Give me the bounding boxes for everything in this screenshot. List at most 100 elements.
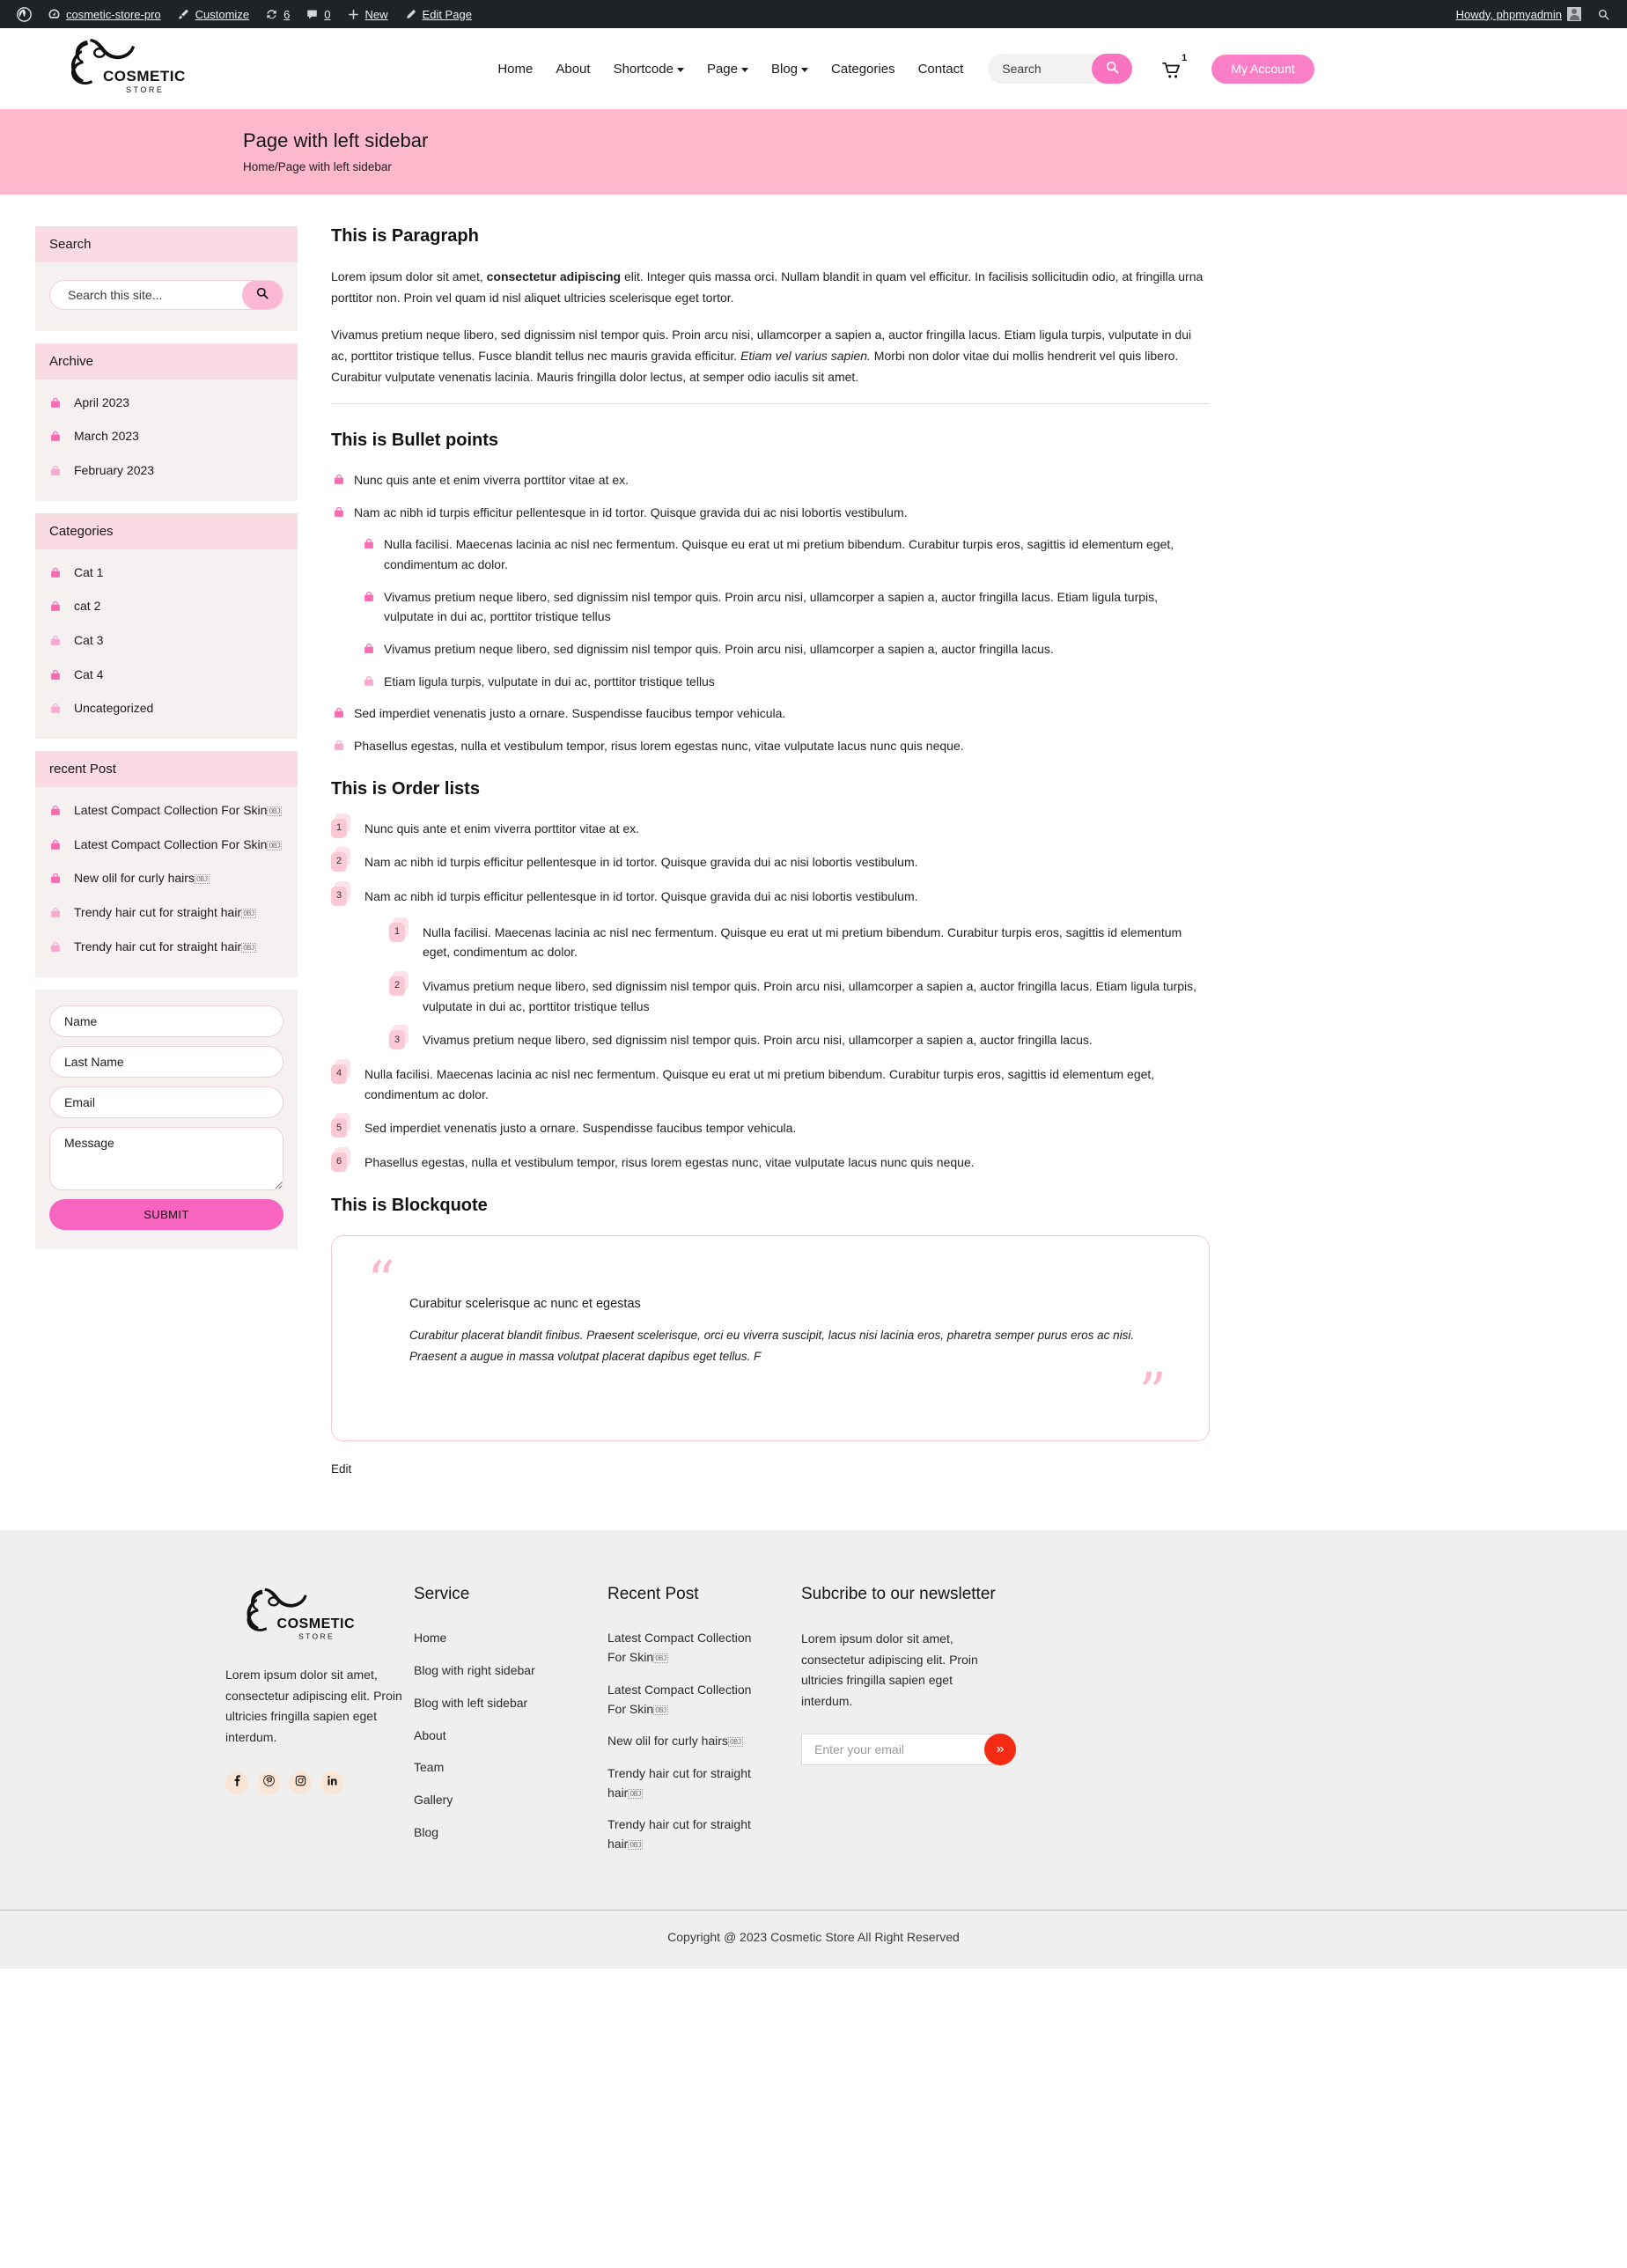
footer-link-blog-left-sidebar[interactable]: Blog with left sidebar: [414, 1694, 527, 1713]
left-sidebar: Search Archive April 2023: [35, 225, 298, 1262]
updates-icon: [265, 8, 278, 21]
contact-message-textarea[interactable]: [49, 1126, 283, 1190]
newsletter-submit-button[interactable]: »: [984, 1733, 1016, 1765]
linkedin-link[interactable]: [320, 1771, 343, 1794]
newsletter-email-input[interactable]: [801, 1733, 1005, 1765]
footer-link-about[interactable]: About: [414, 1727, 446, 1746]
handbag-icon: [49, 872, 62, 891]
newsletter-form: »: [801, 1733, 1016, 1765]
list-text: Phasellus egestas, nulla et vestibulum t…: [364, 1155, 975, 1170]
nav-item-shortcode[interactable]: Shortcode: [614, 62, 684, 77]
category-link-cat-2[interactable]: cat 2: [49, 597, 283, 619]
footer-link-gallery[interactable]: Gallery: [414, 1791, 453, 1810]
recent-post-link-1[interactable]: Latest Compact Collection For Skin OBJ: [49, 801, 283, 823]
handbag-icon: [49, 668, 62, 688]
recent-post-link-5[interactable]: Trendy hair cut for straight hair OBJ: [49, 938, 283, 960]
list-item: Nulla facilisi. Maecenas lacinia ac nisl…: [361, 534, 1210, 574]
site-name-menu[interactable]: cosmetic-store-pro: [40, 0, 169, 28]
my-account-button[interactable]: My Account: [1211, 54, 1314, 84]
object-replacement-glyph: OBJ: [241, 909, 257, 919]
footer-about-text: Lorem ipsum dolor sit amet, consectetur …: [225, 1668, 402, 1744]
nav-item-contact[interactable]: Contact: [918, 62, 964, 77]
object-replacement-glyph: OBJ: [628, 1788, 644, 1799]
list-item: Latest Compact Collection For Skin OBJ: [49, 836, 283, 858]
new-content-link[interactable]: New: [339, 0, 396, 28]
search-icon: [1597, 8, 1610, 21]
sidebar-search-button[interactable]: [242, 280, 283, 309]
recent-post-list: Latest Compact Collection For Skin OBJ La…: [49, 801, 283, 959]
contact-name-input[interactable]: [49, 1005, 283, 1037]
nav-item-categories[interactable]: Categories: [831, 62, 895, 77]
recent-post-link-2[interactable]: Latest Compact Collection For Skin OBJ: [49, 836, 283, 858]
linkedin-icon: [327, 1775, 338, 1791]
site-logo[interactable]: COSMETIC STORE: [35, 35, 220, 103]
facebook-icon: [232, 1774, 243, 1791]
pinterest-link[interactable]: [257, 1771, 280, 1794]
list-item: Uncategorized: [49, 699, 283, 721]
post-edit-link[interactable]: Edit: [331, 1462, 351, 1476]
category-label: Cat 3: [74, 633, 104, 648]
nav-item-blog[interactable]: Blog: [771, 62, 809, 77]
footer-recent-link-4[interactable]: Trendy hair cut for straight hair OBJ: [607, 1764, 766, 1802]
avatar: [1567, 7, 1581, 21]
category-link-cat-1[interactable]: Cat 1: [49, 563, 283, 585]
list-item: Cat 4: [49, 666, 283, 688]
widget-title-recent-post: recent Post: [35, 751, 298, 788]
archive-link-april[interactable]: April 2023: [49, 394, 283, 416]
archive-link-february[interactable]: February 2023: [49, 461, 283, 483]
admin-search-toggle[interactable]: [1589, 0, 1618, 28]
header-search-button[interactable]: [1092, 54, 1133, 84]
category-label: cat 2: [74, 599, 101, 614]
updates-link[interactable]: 6: [257, 0, 298, 28]
recent-post-link-3[interactable]: New olil for curly hairs OBJ: [49, 869, 283, 891]
object-replacement-glyph: OBJ: [194, 874, 210, 885]
category-link-cat-3[interactable]: Cat 3: [49, 631, 283, 653]
bullet-text: Phasellus egestas, nulla et vestibulum t…: [354, 739, 964, 754]
list-item: Nunc quis ante et enim viverra porttitor…: [331, 470, 1210, 490]
header-search-input[interactable]: [1002, 62, 1091, 76]
cart-button[interactable]: 1: [1157, 54, 1187, 84]
sidebar-search-input[interactable]: [50, 287, 242, 302]
instagram-link[interactable]: [289, 1771, 312, 1794]
archive-link-march[interactable]: March 2023: [49, 427, 283, 449]
category-link-cat-4[interactable]: Cat 4: [49, 666, 283, 688]
recent-post-link-4[interactable]: Trendy hair cut for straight hair OBJ: [49, 903, 283, 925]
list-number-badge: 1: [331, 813, 350, 840]
list-text: Nulla facilisi. Maecenas lacinia ac nisl…: [423, 924, 1182, 960]
footer-link-blog-right-sidebar[interactable]: Blog with right sidebar: [414, 1661, 535, 1681]
blockquote-title: Curabitur scelerisque ac nunc et egestas: [409, 1297, 641, 1312]
bullet-text: Vivamus pretium neque libero, sed dignis…: [384, 589, 1159, 624]
edit-page-link[interactable]: Edit Page: [396, 0, 480, 28]
category-link-uncategorized[interactable]: Uncategorized: [49, 699, 283, 721]
footer-recent-link-5[interactable]: Trendy hair cut for straight hair OBJ: [607, 1815, 766, 1853]
list-item: Trendy hair cut for straight hair OBJ: [607, 1764, 801, 1802]
footer-recent-link-2[interactable]: Latest Compact Collection For Skin OBJ: [607, 1681, 766, 1719]
chevron-down-icon: [741, 67, 748, 72]
object-replacement-glyph: OBJ: [267, 806, 283, 817]
recent-post-title: Trendy hair cut for straight hair OBJ: [74, 939, 257, 954]
customize-link[interactable]: Customize: [169, 0, 257, 28]
nav-item-home[interactable]: Home: [497, 62, 533, 77]
footer-link-team[interactable]: Team: [414, 1758, 444, 1778]
my-account-admin-link[interactable]: Howdy, phpmyadmin: [1448, 0, 1589, 28]
footer-link-blog[interactable]: Blog: [414, 1823, 438, 1843]
contact-submit-button[interactable]: SUBMIT: [49, 1198, 283, 1230]
widget-archive-body: April 2023 March 2023 February 2023: [35, 379, 298, 501]
wordpress-logo-menu[interactable]: [9, 0, 40, 28]
list-item: 5 Sed imperdiet venenatis justo a ornare…: [331, 1113, 1210, 1139]
contact-lastname-input[interactable]: [49, 1045, 283, 1078]
nav-item-about[interactable]: About: [556, 62, 590, 77]
nested-bullet-list: Nulla facilisi. Maecenas lacinia ac nisl…: [354, 534, 1210, 691]
nav-item-page[interactable]: Page: [707, 62, 748, 77]
handbag-icon: [363, 536, 375, 556]
footer-recent-link-3[interactable]: New olil for curly hairs OBJ: [607, 1732, 743, 1751]
comments-link[interactable]: 0: [298, 0, 338, 28]
list-number-badge: 5: [331, 1113, 350, 1139]
contact-email-input[interactable]: [49, 1086, 283, 1118]
customize-label: Customize: [195, 7, 250, 21]
footer-recent-link-1[interactable]: Latest Compact Collection For Skin OBJ: [607, 1629, 766, 1667]
object-replacement-glyph: OBJ: [727, 1737, 743, 1748]
footer-link-home[interactable]: Home: [414, 1629, 446, 1648]
nav-label: Categories: [831, 61, 895, 77]
facebook-link[interactable]: [225, 1771, 248, 1794]
